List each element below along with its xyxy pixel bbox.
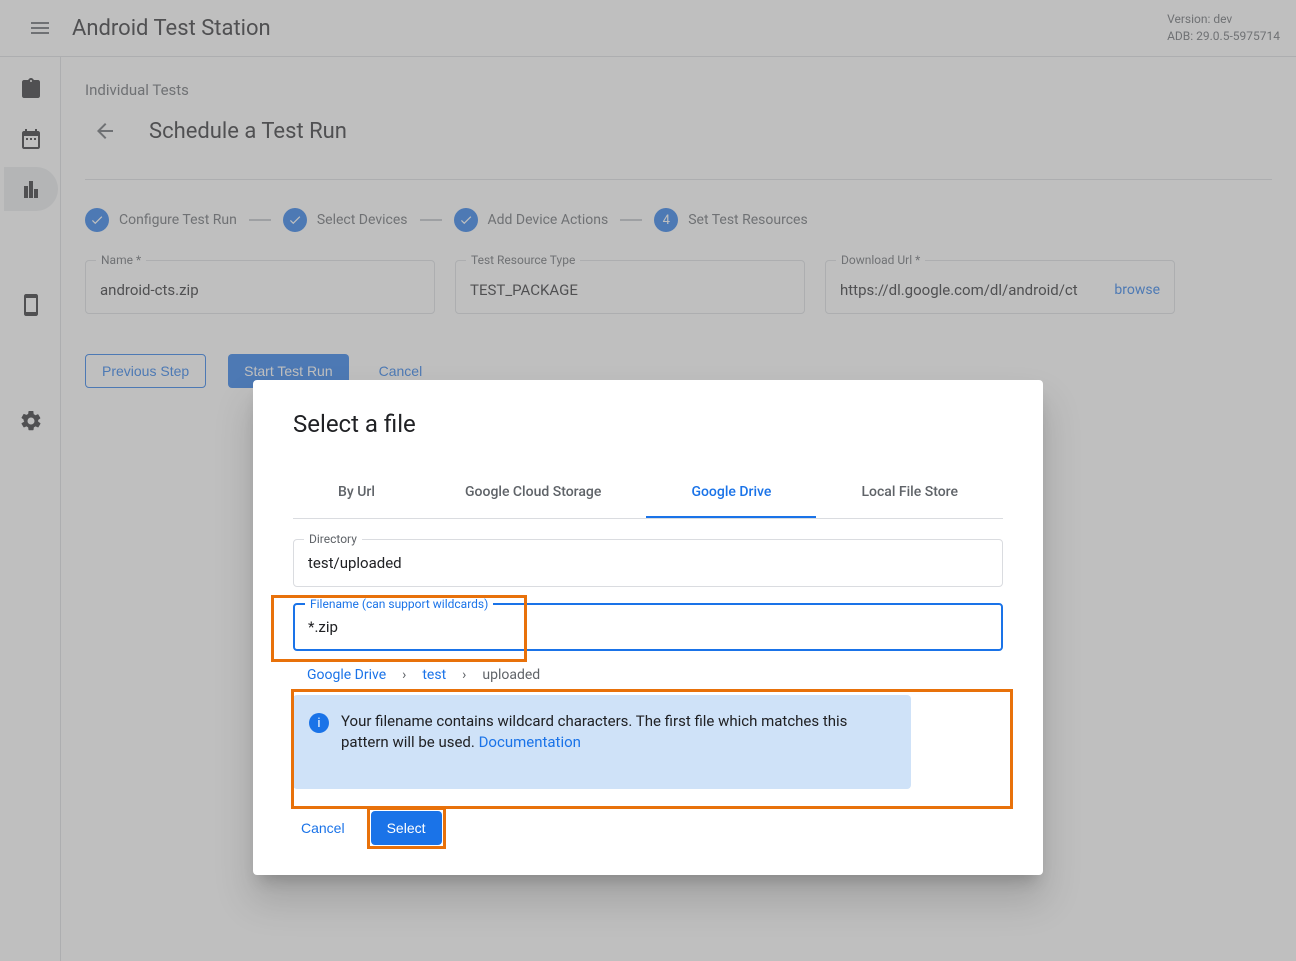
chevron-right-icon: › bbox=[462, 667, 466, 683]
modal-cancel-button[interactable]: Cancel bbox=[293, 812, 353, 844]
breadcrumb-gdrive[interactable]: Google Drive bbox=[307, 667, 386, 683]
tab-local[interactable]: Local File Store bbox=[816, 468, 1003, 518]
select-file-modal: Select a file By Url Google Cloud Storag… bbox=[253, 380, 1043, 875]
filename-field[interactable]: Filename (can support wildcards) *.zip bbox=[293, 603, 1003, 651]
modal-tabs: By Url Google Cloud Storage Google Drive… bbox=[293, 468, 1003, 519]
breadcrumb-uploaded: uploaded bbox=[482, 667, 540, 683]
tab-by-url[interactable]: By Url bbox=[293, 468, 420, 518]
breadcrumb-test[interactable]: test bbox=[422, 667, 446, 683]
chevron-right-icon: › bbox=[402, 667, 406, 683]
breadcrumb: Google Drive › test › uploaded bbox=[307, 667, 1003, 683]
info-text: Your filename contains wildcard characte… bbox=[341, 711, 895, 753]
modal-title: Select a file bbox=[293, 410, 1003, 438]
tab-gdrive[interactable]: Google Drive bbox=[646, 468, 816, 518]
info-icon: i bbox=[309, 713, 329, 733]
info-banner: i Your filename contains wildcard charac… bbox=[293, 695, 911, 789]
tab-gcs[interactable]: Google Cloud Storage bbox=[420, 468, 646, 518]
modal-select-button[interactable]: Select bbox=[371, 811, 442, 845]
modal-overlay[interactable]: Select a file By Url Google Cloud Storag… bbox=[0, 0, 1296, 961]
documentation-link[interactable]: Documentation bbox=[479, 733, 581, 751]
directory-field[interactable]: Directory test/uploaded bbox=[293, 539, 1003, 587]
